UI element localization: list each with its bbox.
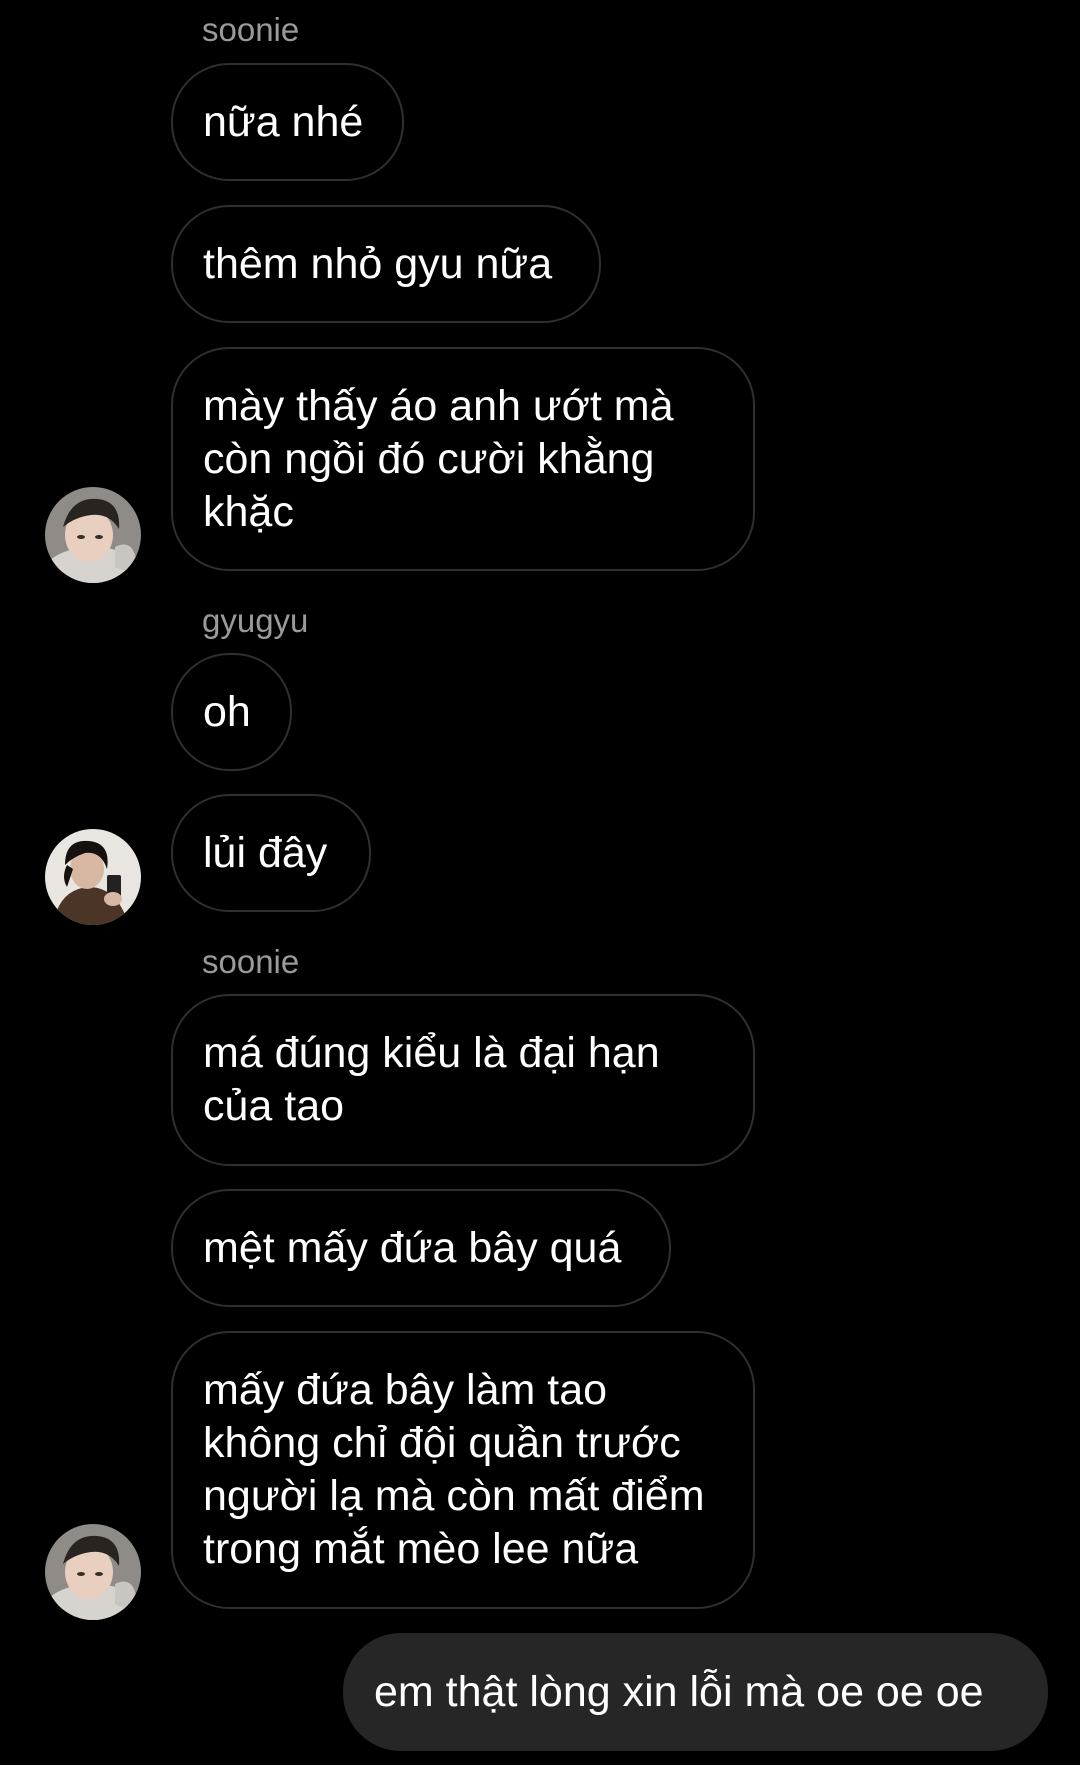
avatar[interactable] <box>45 1524 141 1620</box>
message-bubble[interactable]: mấy đứa bây làm tao không chỉ đội quần t… <box>171 1331 755 1609</box>
sender-name: soonie <box>202 11 300 48</box>
message-text: mày thấy áo anh ướt mà còn ngồi đó cười … <box>203 381 674 536</box>
user-avatar-gyugyu-icon <box>45 829 141 925</box>
sender-name: gyugyu <box>202 602 309 639</box>
message-bubble[interactable]: mày thấy áo anh ướt mà còn ngồi đó cười … <box>171 347 755 571</box>
user-avatar-soonie-icon <box>45 1524 141 1620</box>
avatar[interactable] <box>45 829 141 925</box>
outgoing-message-bubble[interactable]: em thật lòng xin lỗi mà oe oe oe <box>343 1633 1048 1751</box>
message-bubble[interactable]: lủi đây <box>171 794 371 912</box>
avatar[interactable] <box>45 487 141 583</box>
message-bubble[interactable]: mệt mấy đứa bây quá <box>171 1189 671 1307</box>
message-bubble[interactable]: oh <box>171 653 292 771</box>
message-bubble[interactable]: má đúng kiểu là đại hạn của tao <box>171 994 755 1166</box>
message-text: mấy đứa bây làm tao không chỉ đội quần t… <box>203 1366 705 1573</box>
message-text: má đúng kiểu là đại hạn của tao <box>203 1029 660 1130</box>
user-avatar-soonie-icon <box>45 487 141 583</box>
message-bubble[interactable]: thêm nhỏ gyu nữa <box>171 205 601 323</box>
message-bubble[interactable]: nữa nhé <box>171 63 404 181</box>
sender-name: soonie <box>202 943 300 980</box>
